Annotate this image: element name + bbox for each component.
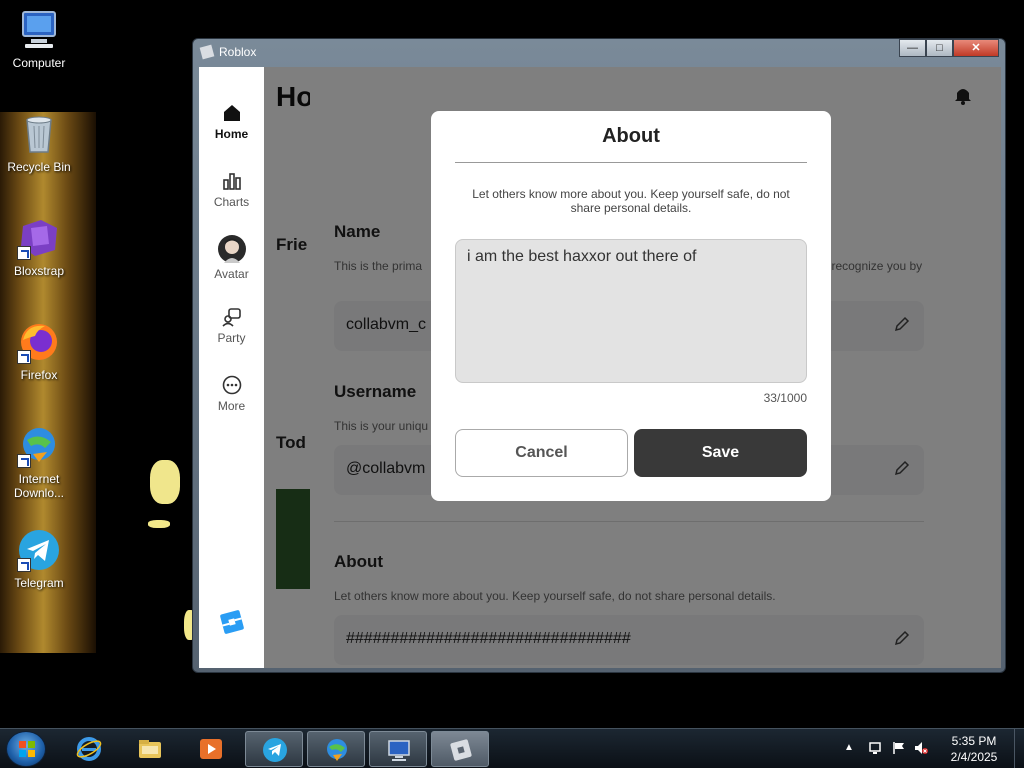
shortcut-arrow-icon xyxy=(17,350,31,364)
taskbar-explorer[interactable] xyxy=(121,731,179,767)
firefox-icon xyxy=(17,320,61,364)
taskbar-telegram[interactable] xyxy=(245,731,303,767)
charts-icon xyxy=(222,171,242,191)
minimize-button[interactable]: — xyxy=(899,39,926,57)
wallpaper-shape xyxy=(150,460,180,504)
about-textarea[interactable]: i am the best haxxor out there of xyxy=(455,239,807,383)
sidebar: Home Charts Avatar Party More xyxy=(199,67,264,668)
show-desktop-button[interactable] xyxy=(1014,729,1024,768)
desktop-icon-label: Telegram xyxy=(14,576,64,590)
sidebar-item-more[interactable]: More xyxy=(199,375,264,413)
roblox-logo-icon xyxy=(199,44,215,60)
desktop-icon-label: Recycle Bin xyxy=(7,160,71,174)
avatar-icon xyxy=(217,235,246,263)
computer-icon xyxy=(17,8,61,52)
window-title: Roblox xyxy=(219,45,257,59)
bloxstrap-icon xyxy=(17,216,61,260)
taskbar-ie[interactable] xyxy=(60,731,118,767)
modal-description: Let others know more about you. Keep you… xyxy=(472,187,790,215)
folder-icon xyxy=(137,736,163,762)
desktop-icon-label: Firefox xyxy=(20,368,58,382)
taskbar-remote-desktop[interactable] xyxy=(369,731,427,767)
recycle-bin-icon xyxy=(17,112,61,156)
shortcut-arrow-icon xyxy=(17,558,31,572)
maximize-button[interactable]: □ xyxy=(926,39,953,57)
cancel-button[interactable]: Cancel xyxy=(455,429,628,477)
media-player-icon xyxy=(198,736,224,762)
taskbar-internet-download-manager[interactable] xyxy=(307,731,365,767)
volume-muted-icon[interactable] xyxy=(914,741,928,755)
maximize-icon: □ xyxy=(936,42,943,54)
desktop-icon-telegram[interactable]: Telegram xyxy=(0,528,78,590)
wallpaper-shape xyxy=(148,520,170,528)
party-icon xyxy=(221,307,242,327)
sidebar-item-party[interactable]: Party xyxy=(199,307,264,345)
desktop-icon-bloxstrap[interactable]: Bloxstrap xyxy=(0,216,78,278)
network-icon[interactable] xyxy=(868,741,882,755)
sidebar-item-label: Avatar xyxy=(214,267,249,281)
desktop-icon-label: Internet Downlo... xyxy=(13,472,65,500)
system-clock[interactable]: 5:35 PM 2/4/2025 xyxy=(935,733,1013,765)
desktop-icon-label: Computer xyxy=(12,56,66,70)
character-counter: 33/1000 xyxy=(763,391,807,405)
telegram-icon xyxy=(262,737,288,763)
sidebar-item-label: More xyxy=(217,399,246,413)
modal-title: About xyxy=(602,125,660,147)
about-modal: About Let others know more about you. Ke… xyxy=(431,111,831,501)
desktop-icon-label: Bloxstrap xyxy=(13,264,65,278)
sidebar-item-label: Party xyxy=(217,331,246,345)
windows-logo-icon xyxy=(19,741,35,757)
shortcut-arrow-icon xyxy=(17,246,31,260)
window-controls: — □ ✕ xyxy=(899,39,999,57)
sidebar-item-charts[interactable]: Charts xyxy=(199,171,264,209)
sidebar-item-avatar[interactable]: Avatar xyxy=(199,235,264,281)
sidebar-item-label: Home xyxy=(214,127,249,141)
modal-divider xyxy=(455,162,807,163)
internet-explorer-icon xyxy=(76,736,102,762)
telegram-icon xyxy=(17,528,61,572)
close-icon: ✕ xyxy=(971,42,981,54)
internet-download-manager-icon xyxy=(17,424,61,468)
roblox-logo-icon xyxy=(448,737,474,763)
remote-desktop-icon xyxy=(386,737,412,763)
desktop-icon-internet-download-manager[interactable]: Internet Downlo... xyxy=(0,424,78,500)
clock-date: 2/4/2025 xyxy=(950,750,998,764)
save-button[interactable]: Save xyxy=(634,429,807,477)
sidebar-item-label: Charts xyxy=(213,195,250,209)
taskbar: ▲ 5:35 PM 2/4/2025 xyxy=(0,728,1024,768)
desktop-icon-firefox[interactable]: Firefox xyxy=(0,320,78,382)
close-button[interactable]: ✕ xyxy=(953,39,999,57)
sidebar-item-home[interactable]: Home xyxy=(199,103,264,141)
more-icon xyxy=(222,375,242,395)
shortcut-arrow-icon xyxy=(17,454,31,468)
taskbar-media-player[interactable] xyxy=(182,731,240,767)
taskbar-roblox[interactable] xyxy=(431,731,489,767)
home-icon xyxy=(222,103,242,123)
minimize-icon: — xyxy=(907,42,918,54)
action-center-flag-icon[interactable] xyxy=(892,741,906,755)
internet-download-manager-icon xyxy=(324,737,350,763)
desktop-icon-recycle-bin[interactable]: Recycle Bin xyxy=(0,112,78,174)
start-button[interactable] xyxy=(6,731,46,767)
clock-time: 5:35 PM xyxy=(951,734,997,748)
roblox-logo-icon[interactable] xyxy=(219,609,245,635)
show-hidden-icons-icon[interactable]: ▲ xyxy=(844,741,858,755)
desktop-icon-computer[interactable]: Computer xyxy=(0,8,78,70)
